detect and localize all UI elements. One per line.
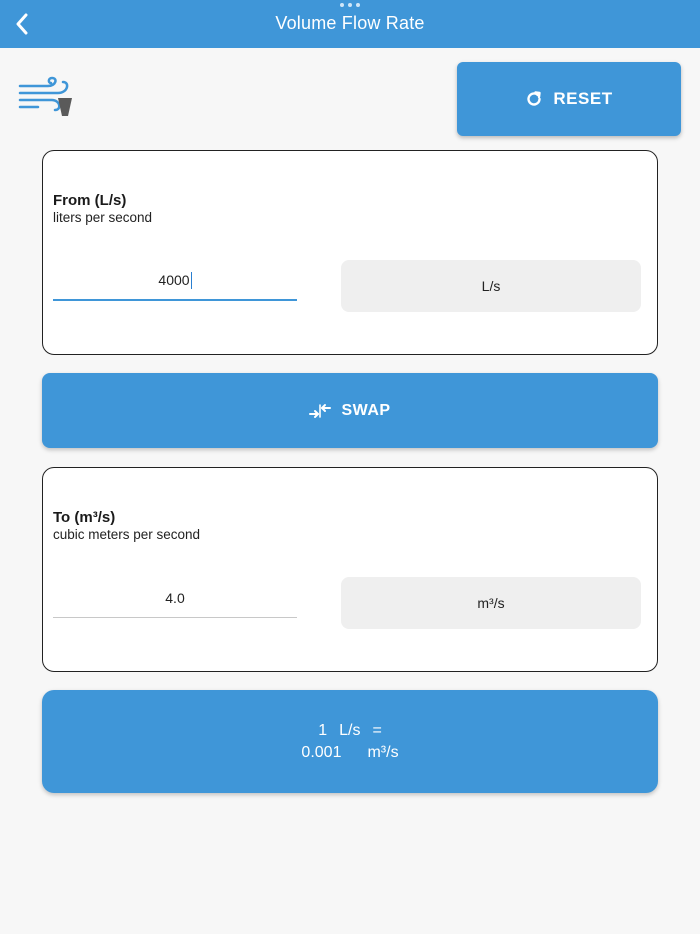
swap-button[interactable]: SWAP <box>42 373 658 448</box>
refresh-icon <box>527 91 542 106</box>
result-line-1: 1 L/s = <box>318 720 382 742</box>
from-value-text: 4000 <box>158 272 190 288</box>
reset-button[interactable]: RESET <box>457 62 681 136</box>
conversion-result-panel: 1 L/s = 0.001 m³/s <box>42 690 658 793</box>
result-equals: = <box>372 721 382 739</box>
app-header: Volume Flow Rate <box>0 0 700 48</box>
more-dots-icon[interactable] <box>340 3 360 9</box>
from-value-input[interactable]: 4000 <box>53 261 297 301</box>
swap-label: SWAP <box>341 401 391 419</box>
to-value-text: 4.0 <box>165 589 185 606</box>
wind-flow-icon <box>18 74 76 118</box>
result-to-unit: m³/s <box>367 743 399 761</box>
to-unit-label: m³/s <box>477 595 505 611</box>
page-title: Volume Flow Rate <box>275 13 425 33</box>
to-card: To (m³/s) cubic meters per second 4.0 m³… <box>42 467 658 672</box>
text-caret <box>190 271 192 289</box>
reset-label: RESET <box>553 89 613 108</box>
to-unit-select[interactable]: m³/s <box>341 577 641 629</box>
to-subtitle: cubic meters per second <box>53 527 201 542</box>
swap-arrows-icon <box>309 403 332 418</box>
result-line-2: 0.001 m³/s <box>301 742 398 764</box>
result-to-value: 0.001 <box>301 743 342 761</box>
to-title: To (m³/s) <box>53 509 116 526</box>
result-from-unit: L/s <box>339 721 361 739</box>
from-card: From (L/s) liters per second 4000 L/s <box>42 150 658 355</box>
from-unit-select[interactable]: L/s <box>341 260 641 312</box>
to-value-field[interactable]: 4.0 <box>53 578 297 618</box>
from-title: From (L/s) <box>53 192 127 209</box>
from-subtitle: liters per second <box>53 210 153 225</box>
result-from-value: 1 <box>318 721 328 739</box>
from-unit-label: L/s <box>481 278 501 294</box>
